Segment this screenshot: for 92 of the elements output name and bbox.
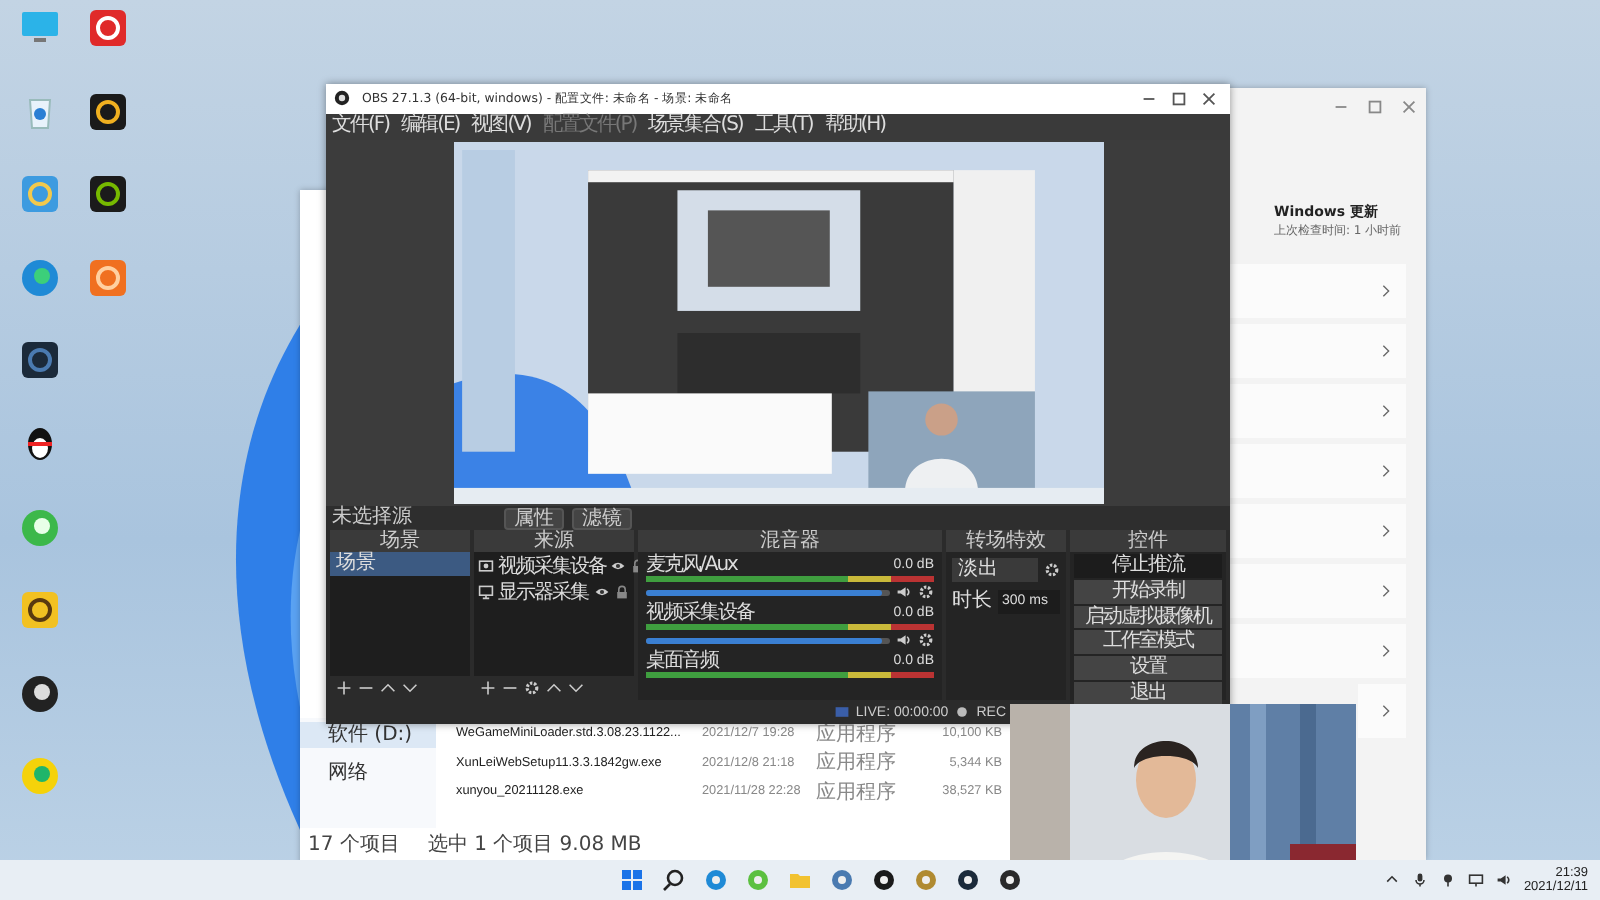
chevron-right-icon (1382, 644, 1390, 658)
volume-slider[interactable] (646, 589, 890, 596)
app-icon[interactable] (872, 868, 896, 892)
live-icon (833, 704, 850, 721)
menu-item[interactable]: 场景集合(S) (648, 114, 743, 139)
speaker-icon[interactable] (896, 632, 912, 649)
control-button[interactable]: 设置 (1074, 656, 1222, 681)
app-icon[interactable] (998, 868, 1022, 892)
dock-header: 转场特效 (946, 530, 1066, 553)
settings-card[interactable] (1224, 504, 1406, 558)
chevron-right-icon (1382, 284, 1390, 298)
chevron-up-icon[interactable] (546, 680, 562, 697)
tree-item[interactable]: 网络 (300, 760, 436, 786)
file-type: 应用程序 (816, 721, 898, 748)
settings-icon[interactable] (918, 632, 934, 649)
channel-name: 桌面音频 (646, 650, 718, 673)
control-button[interactable]: 工作室模式 (1074, 630, 1222, 655)
channel-name: 视频采集设备 (646, 602, 754, 625)
settings-card[interactable] (1224, 384, 1406, 438)
settings-card[interactable] (1224, 264, 1406, 318)
maximize-icon[interactable] (1366, 98, 1384, 116)
menu-item[interactable]: 工具(T) (754, 114, 813, 139)
settings-card[interactable] (1224, 324, 1406, 378)
menu-item[interactable]: 编辑(E) (401, 114, 460, 139)
chevron-up-icon[interactable] (380, 680, 396, 697)
dock-header: 场景 (330, 530, 470, 553)
source-name[interactable]: 视频采集设备 (498, 551, 606, 580)
chevron-right-icon (1382, 524, 1390, 538)
transition-dropdown[interactable]: 淡出 (952, 558, 1038, 583)
camera-icon (478, 557, 494, 574)
microphone-icon[interactable] (1411, 872, 1428, 888)
volume-slider[interactable] (646, 637, 890, 644)
maximize-icon[interactable] (1170, 89, 1188, 108)
app-icon[interactable] (88, 174, 128, 215)
speaker-icon[interactable] (896, 584, 912, 601)
app-icon[interactable] (956, 868, 980, 892)
channel-name: 麦克风/Aux (646, 554, 737, 577)
tree-item[interactable]: 软件 (D:) (300, 722, 436, 748)
app-logo-icon (334, 90, 350, 107)
chevron-right-icon (1382, 584, 1390, 598)
scene-item[interactable]: 场景 (330, 552, 470, 577)
close-icon[interactable] (1200, 89, 1218, 108)
dock-header: 控件 (1070, 530, 1226, 553)
control-button[interactable]: 停止推流 (1074, 554, 1222, 578)
settings-card[interactable] (1224, 564, 1406, 618)
chevron-right-icon (1382, 704, 1390, 718)
chevron-down-icon[interactable] (402, 680, 418, 697)
file-type: 应用程序 (816, 779, 898, 806)
search-icon[interactable] (662, 868, 686, 892)
chevron-right-icon (1382, 344, 1390, 358)
control-button[interactable]: 开始录制 (1074, 579, 1222, 604)
settings-card[interactable] (1224, 444, 1406, 498)
add-icon[interactable] (480, 680, 496, 697)
dock-header: 来源 (474, 530, 634, 553)
close-icon[interactable] (1400, 98, 1418, 116)
chevron-right-icon (1382, 464, 1390, 478)
monitor-icon[interactable] (1467, 872, 1484, 888)
pin-icon[interactable] (1439, 872, 1456, 888)
speaker-icon[interactable] (1495, 872, 1512, 888)
settings-card[interactable] (1224, 624, 1406, 678)
owl-icon[interactable] (20, 590, 60, 631)
eye-icon[interactable] (594, 583, 610, 600)
status-text: 17 个项目 (308, 832, 400, 858)
app-icon[interactable] (20, 340, 60, 381)
chevron-down-icon[interactable] (568, 680, 584, 697)
settings-icon[interactable] (918, 584, 934, 601)
toolbar-button[interactable]: 滤镜 (572, 507, 632, 530)
file-type: 应用程序 (816, 749, 898, 777)
settings-icon[interactable] (524, 680, 540, 697)
duration-label: 时长 (952, 590, 992, 615)
app-icon[interactable] (88, 91, 128, 132)
eye-icon[interactable] (610, 557, 626, 574)
toolbar-button[interactable]: 属性 (504, 507, 564, 530)
monitor-icon (478, 583, 494, 600)
menu-item[interactable]: 帮助(H) (824, 114, 886, 139)
record-icon (954, 704, 971, 721)
chevron-up-icon[interactable] (1383, 872, 1400, 888)
start-icon[interactable] (620, 868, 644, 892)
source-name[interactable]: 显示器采集 (498, 577, 590, 606)
browser-icon[interactable] (704, 868, 728, 892)
settings-icon[interactable] (1044, 562, 1060, 579)
menu-item[interactable]: 文件(F) (332, 114, 390, 139)
chevron-right-icon (1382, 404, 1390, 418)
control-button[interactable]: 启动虚拟摄像机 (1074, 605, 1222, 629)
control-button[interactable]: 退出 (1074, 682, 1222, 706)
dock-header: 混音器 (638, 530, 942, 553)
menu-item[interactable]: 视图(V) (471, 114, 531, 139)
status-text: 选中 1 个项目 9.08 MB (427, 831, 642, 858)
lock-icon[interactable] (614, 583, 630, 600)
add-icon[interactable] (336, 680, 352, 697)
no-source-label: 未选择源 (332, 506, 414, 529)
app-icon[interactable] (20, 673, 60, 714)
